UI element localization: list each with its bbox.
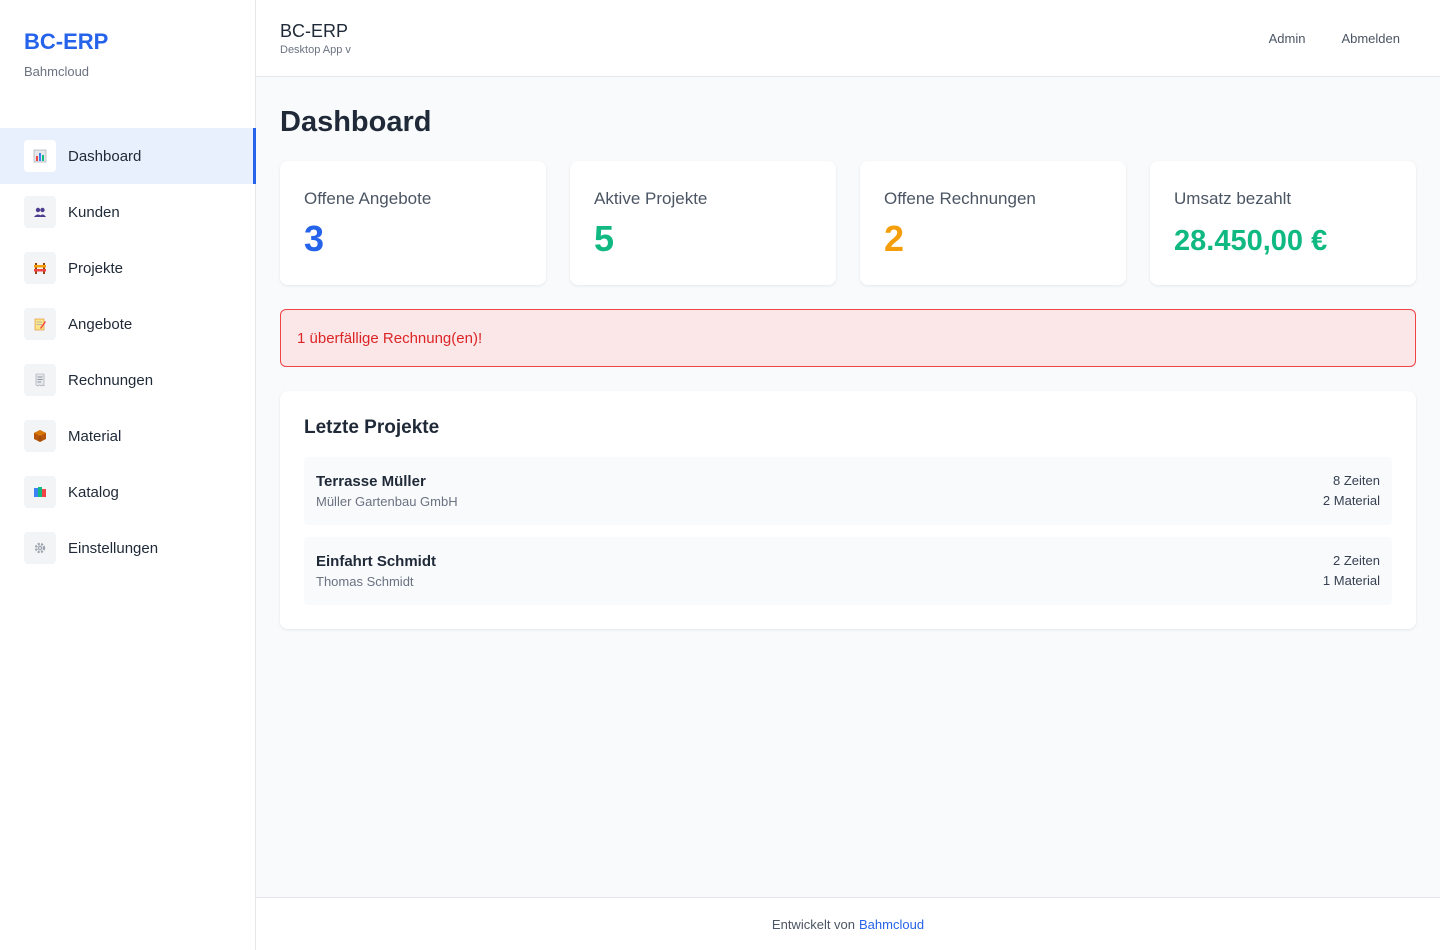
- brand: BC-ERP Bahmcloud: [0, 0, 255, 128]
- gear-icon: [24, 532, 56, 564]
- stats-row: Offene Angebote 3 Aktive Projekte 5 Offe…: [280, 161, 1416, 285]
- stat-value: 2: [884, 218, 905, 259]
- stat-label: Offene Rechnungen: [884, 189, 1036, 208]
- memo-icon: [24, 308, 56, 340]
- overdue-alert: 1 überfällige Rechnung(en)!: [280, 309, 1416, 367]
- project-row[interactable]: Terrasse Müller Müller Gartenbau GmbH 8 …: [304, 457, 1392, 525]
- construction-icon: [24, 252, 56, 284]
- top-actions: Admin Abmelden: [1269, 31, 1400, 46]
- sidebar-item-label: Dashboard: [68, 147, 142, 165]
- app-heading: BC-ERP Desktop App v: [280, 20, 351, 56]
- project-name: Einfahrt Schmidt: [316, 553, 437, 570]
- brand-title: BC-ERP: [24, 29, 109, 54]
- receipt-icon: [24, 364, 56, 396]
- sidebar-item-label: Rechnungen: [68, 371, 154, 389]
- sidebar-item-label: Einstellungen: [68, 539, 159, 557]
- sidebar-item-material[interactable]: Material: [0, 408, 255, 464]
- sidebar-item-label: Projekte: [68, 259, 124, 277]
- sidebar-item-rechnungen[interactable]: Rechnungen: [0, 352, 255, 408]
- stat-label: Offene Angebote: [304, 189, 432, 208]
- books-icon: [24, 476, 56, 508]
- project-info: Terrasse Müller Müller Gartenbau GmbH: [316, 473, 458, 509]
- admin-link[interactable]: Admin: [1269, 31, 1306, 46]
- bar-chart-icon: [24, 140, 56, 172]
- sidebar-item-projekte[interactable]: Projekte: [0, 240, 255, 296]
- project-name: Terrasse Müller: [316, 473, 426, 490]
- users-icon: [24, 196, 56, 228]
- dashboard-content: Dashboard Offene Angebote 3 Aktive Proje…: [256, 77, 1440, 897]
- sidebar-item-label: Angebote: [68, 315, 133, 333]
- project-client: Müller Gartenbau GmbH: [316, 494, 458, 509]
- project-meta: 8 Zeiten 2 Material: [1323, 471, 1380, 511]
- sidebar-item-dashboard[interactable]: Dashboard: [0, 128, 256, 184]
- project-times: 2 Zeiten: [1333, 553, 1380, 568]
- stat-value: 5: [594, 218, 615, 259]
- package-icon: [24, 420, 56, 452]
- stat-card-aktive-projekte: Aktive Projekte 5: [570, 161, 836, 285]
- sidebar-item-kunden[interactable]: Kunden: [0, 184, 255, 240]
- logout-link[interactable]: Abmelden: [1341, 31, 1400, 46]
- project-meta: 2 Zeiten 1 Material: [1323, 551, 1380, 591]
- sidebar-item-angebote[interactable]: Angebote: [0, 296, 255, 352]
- stat-label: Umsatz bezahlt: [1174, 189, 1292, 208]
- sidebar: BC-ERP Bahmcloud Dashboard Kunden Projek…: [0, 0, 256, 950]
- project-times: 8 Zeiten: [1333, 473, 1380, 488]
- stat-card-offene-rechnungen: Offene Rechnungen 2: [860, 161, 1126, 285]
- stat-label: Aktive Projekte: [594, 189, 708, 208]
- panel-title: Letzte Projekte: [304, 417, 440, 438]
- brand-subtitle: Bahmcloud: [24, 64, 90, 79]
- project-client: Thomas Schmidt: [316, 574, 414, 589]
- app-version: Desktop App v: [280, 44, 351, 56]
- project-material: 1 Material: [1322, 573, 1380, 588]
- project-material: 2 Material: [1322, 493, 1380, 508]
- topbar: BC-ERP Desktop App v Admin Abmelden: [256, 0, 1440, 77]
- footer: Entwickelt von Bahmcloud: [256, 897, 1440, 950]
- main-area: BC-ERP Desktop App v Admin Abmelden Dash…: [256, 0, 1440, 950]
- page-title: Dashboard: [280, 106, 432, 138]
- app-root: BC-ERP Bahmcloud Dashboard Kunden Projek…: [0, 0, 1440, 950]
- sidebar-item-label: Material: [68, 427, 122, 445]
- sidebar-nav: Dashboard Kunden Projekte Angebote Rechn…: [0, 128, 256, 576]
- sidebar-item-label: Kunden: [68, 203, 120, 221]
- sidebar-item-label: Katalog: [68, 483, 119, 501]
- sidebar-item-katalog[interactable]: Katalog: [0, 464, 255, 520]
- stat-card-umsatz-bezahlt: Umsatz bezahlt 28.450,00 €: [1150, 161, 1416, 285]
- project-info: Einfahrt Schmidt Thomas Schmidt: [316, 553, 436, 589]
- app-title: BC-ERP: [280, 21, 349, 41]
- recent-projects-panel: Letzte Projekte Terrasse Müller Müller G…: [280, 391, 1416, 629]
- footer-link[interactable]: Bahmcloud: [859, 917, 924, 932]
- stat-value: 3: [304, 218, 325, 259]
- footer-text: Entwickelt von: [771, 916, 856, 932]
- sidebar-item-einstellungen[interactable]: Einstellungen: [0, 520, 255, 576]
- stat-value: 28.450,00 €: [1174, 225, 1328, 257]
- stat-card-offene-angebote: Offene Angebote 3: [280, 161, 546, 285]
- project-row[interactable]: Einfahrt Schmidt Thomas Schmidt 2 Zeiten…: [304, 537, 1392, 605]
